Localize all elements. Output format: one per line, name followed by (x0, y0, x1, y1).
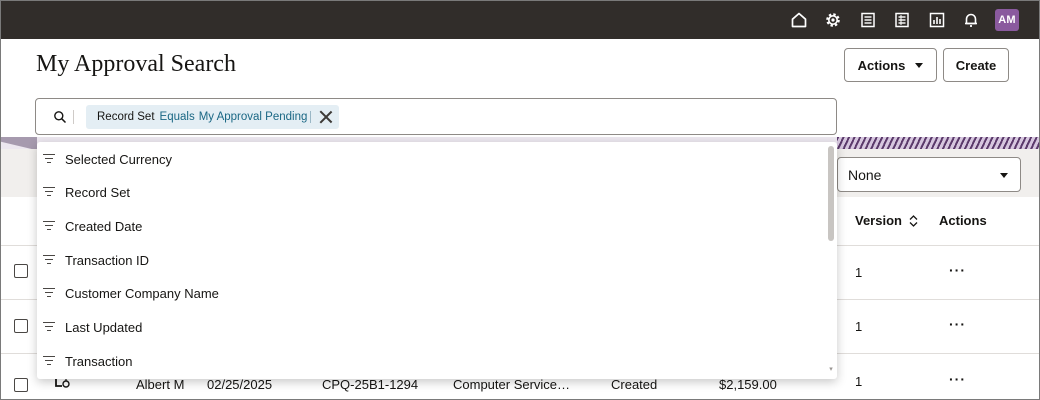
filter-icon (43, 288, 55, 298)
actions-menu-button[interactable]: Actions (844, 48, 937, 82)
filter-icon (43, 322, 55, 332)
settings-icon[interactable] (823, 10, 843, 30)
transaction-id-cell[interactable]: CPQ-25B1-1294 (322, 377, 418, 392)
app-window: AM My Approval Search Actions Create Non… (0, 0, 1040, 400)
row-checkbox[interactable] (14, 264, 28, 278)
row-checkbox[interactable] (14, 319, 28, 333)
filter-chip-value: My Approval Pending (198, 111, 308, 123)
create-button[interactable]: Create (943, 48, 1009, 82)
owner-cell: Albert M (136, 377, 185, 392)
filter-option[interactable]: Created Date (37, 209, 827, 243)
banner-graphic-left (1, 137, 37, 149)
filter-icon (43, 356, 55, 366)
column-header-version[interactable]: Version (855, 213, 918, 228)
customer-cell: Computer Service… (453, 377, 571, 392)
search-input[interactable]: Record Set Equals My Approval Pending (35, 98, 837, 135)
list-detail-icon[interactable] (892, 10, 912, 30)
chevron-down-icon (915, 62, 924, 68)
filter-icon (43, 255, 55, 265)
version-cell: 1 (855, 319, 863, 334)
column-header-version-label: Version (855, 213, 902, 228)
status-cell: Created (611, 377, 658, 392)
search-icon (54, 111, 67, 124)
column-header-actions: Actions (939, 213, 987, 228)
filter-chip[interactable]: Record Set Equals My Approval Pending (86, 105, 340, 129)
filter-icon (43, 221, 55, 231)
scrollbar-thumb[interactable] (828, 146, 834, 241)
dropdown-scrollbar[interactable]: ▾ (827, 144, 835, 376)
global-header: AM (1, 1, 1039, 39)
avatar[interactable]: AM (995, 9, 1019, 31)
chevron-down-icon[interactable]: ▾ (827, 366, 835, 374)
filter-option-label: Record Set (65, 184, 131, 200)
bell-icon[interactable] (961, 10, 981, 30)
filter-option-label: Transaction ID (65, 252, 150, 268)
filter-dropdown: Selected Currency Record Set Created Dat… (37, 142, 837, 379)
version-cell: 1 (855, 374, 863, 389)
amount-cell: $2,159.00 (719, 377, 777, 392)
search-divider (73, 110, 74, 124)
filter-option[interactable]: Selected Currency (37, 142, 827, 176)
row-actions-more-icon[interactable]: ··· (949, 316, 966, 332)
filter-option-label: Selected Currency (65, 151, 172, 167)
version-cell: 1 (855, 265, 863, 280)
sort-icon (909, 214, 918, 227)
filter-option-label: Created Date (65, 218, 143, 234)
home-icon[interactable] (789, 10, 809, 30)
filter-option[interactable]: Transaction ID (37, 243, 827, 277)
filter-option-label: Transaction (65, 353, 133, 369)
row-actions-more-icon[interactable]: ··· (949, 262, 966, 278)
filter-option[interactable]: Last Updated (37, 310, 827, 344)
row-checkbox[interactable] (14, 378, 28, 392)
filter-option[interactable]: Customer Company Name (37, 276, 827, 310)
chevron-down-icon (1000, 173, 1008, 178)
banner-graphic-right (837, 137, 1039, 149)
filter-icon (43, 154, 55, 164)
filter-chip-operator: Equals (159, 111, 195, 123)
date-cell: 02/25/2025 (207, 377, 273, 392)
page-title: My Approval Search (36, 51, 236, 77)
bar-chart-icon[interactable] (927, 10, 947, 30)
filter-chip-divider (310, 111, 312, 123)
sort-select-value: None (848, 166, 882, 183)
filter-option[interactable]: Record Set (37, 175, 827, 209)
filter-chip-key: Record Set (97, 111, 155, 123)
filter-option[interactable]: Transaction (37, 344, 827, 378)
list-icon[interactable] (858, 10, 878, 30)
filter-icon (43, 187, 55, 197)
close-icon[interactable] (319, 110, 333, 124)
sort-select[interactable]: None (837, 157, 1021, 192)
filter-option-label: Customer Company Name (65, 285, 219, 301)
row-actions-more-icon[interactable]: ··· (949, 371, 966, 387)
actions-button-label: Actions (857, 57, 906, 73)
filter-option-label: Last Updated (65, 319, 143, 335)
